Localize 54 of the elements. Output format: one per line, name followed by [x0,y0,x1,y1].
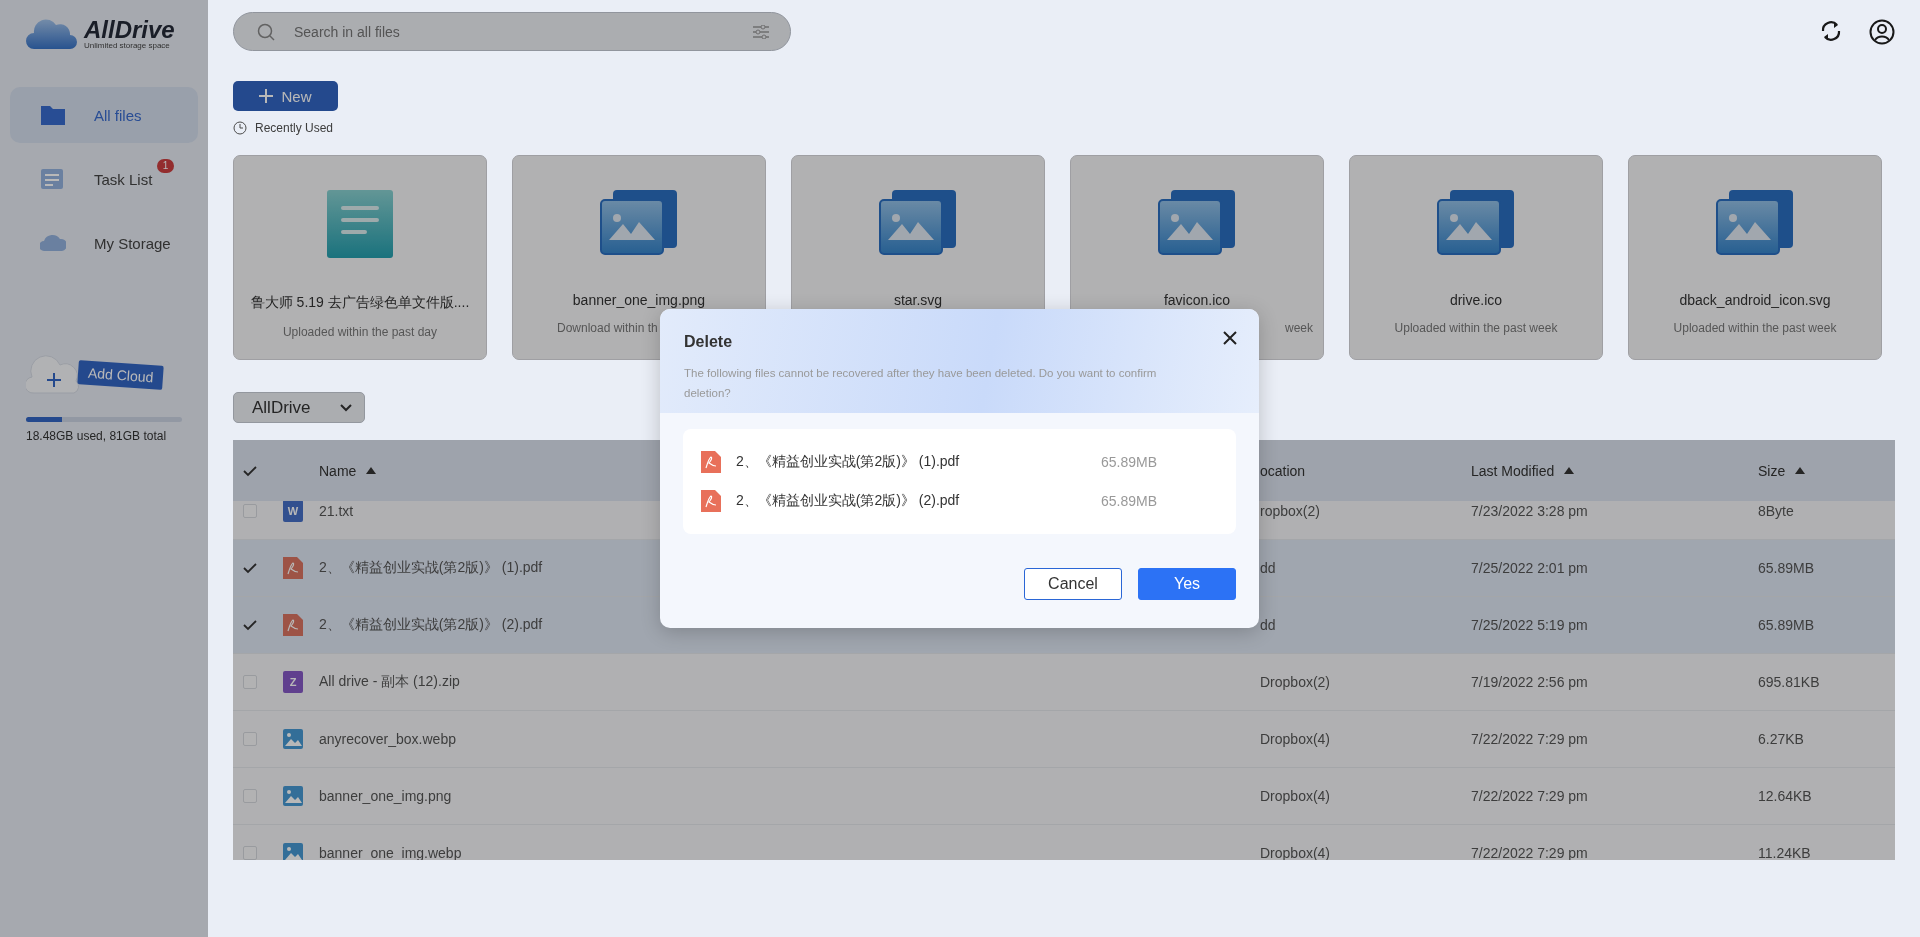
file-size: 65.89MB [1100,493,1159,509]
file-size: 11.24KB [1758,845,1811,860]
location-text: dd [1260,560,1276,576]
location-text: dd [1260,617,1276,633]
modified-date: 7/22/2022 7:29 pm [1471,731,1588,747]
file-size: 65.89MB [1758,617,1815,633]
upload-note: week [1284,321,1314,335]
file-icon-letter: W [287,505,299,517]
file-size: 65.89MB [1100,454,1159,470]
file-name: star.svg [893,292,943,308]
file-name: 鲁大师 5.19 去广告绿色单文件版.... [250,294,470,312]
modified-date: 7/22/2022 7:29 pm [1471,845,1588,860]
file-name: anyrecover_box.webp [319,731,456,747]
count-badge: 1 [156,158,175,173]
file-name: 2、《精益创业实战(第2版)》 (2).pdf [736,492,961,510]
file-name: favicon.ico [1163,292,1231,308]
upload-note: Download within th [556,321,659,335]
modified-date: 7/23/2022 3:28 pm [1471,503,1588,519]
storage-usage-text: 18.48GB used, 81GB total [26,429,168,443]
upload-note: Uploaded within the past day [281,325,439,339]
sidebar-item-label: My Storage [94,234,171,252]
location-text: Dropbox(2) [1260,674,1331,690]
location-text: Dropbox(4) [1260,845,1331,860]
file-name: banner_one_img.webp [319,845,462,860]
modified-date: 7/25/2022 5:19 pm [1471,617,1588,633]
file-name: dback_android_icon.svg [1679,292,1831,308]
modified-date: 7/19/2022 2:56 pm [1471,674,1588,690]
file-size: 65.89MB [1758,560,1815,576]
app-tagline: Unlimited storage space [84,40,171,50]
file-name: 2、《精益创业实战(第2版)》 (1).pdf [319,559,543,575]
file-name: banner_one_img.png [319,788,452,804]
file-name: 21.txt [319,503,354,519]
location-text: Dropbox(4) [1260,731,1331,747]
modified-date: 7/22/2022 7:29 pm [1471,788,1588,804]
file-name: drive.ico [1449,292,1503,308]
sidebar-item-label: All files [94,106,142,124]
app-name: AllDrive [84,18,175,41]
file-name: All drive - 副本 (12).zip [319,673,460,689]
upload-note: Uploaded within the past week [1393,321,1559,335]
file-name: banner_one_img.png [572,292,706,308]
file-name: 2、《精益创业实战(第2版)》 (1).pdf [736,453,961,471]
location-text: Dropbox(4) [1260,788,1331,804]
file-size: 8Byte [1758,503,1794,519]
dialog-title: Delete [684,333,733,351]
file-size: 695.81KB [1758,674,1820,690]
file-name: 2、《精益创业实战(第2版)》 (2).pdf [319,616,543,632]
modified-date: 7/25/2022 2:01 pm [1471,560,1588,576]
file-size: 6.27KB [1758,731,1804,747]
location-text: ropbox(2) [1260,503,1320,519]
dialog-message: The following files cannot be recovered after they have been deleted. Do you want to confirm deletion? [684,366,1158,401]
section-title: Recently Used [255,121,334,135]
file-icon-letter: Z [289,676,297,688]
upload-note: Uploaded within the past week [1672,321,1838,335]
file-size: 12.64KB [1758,788,1812,804]
